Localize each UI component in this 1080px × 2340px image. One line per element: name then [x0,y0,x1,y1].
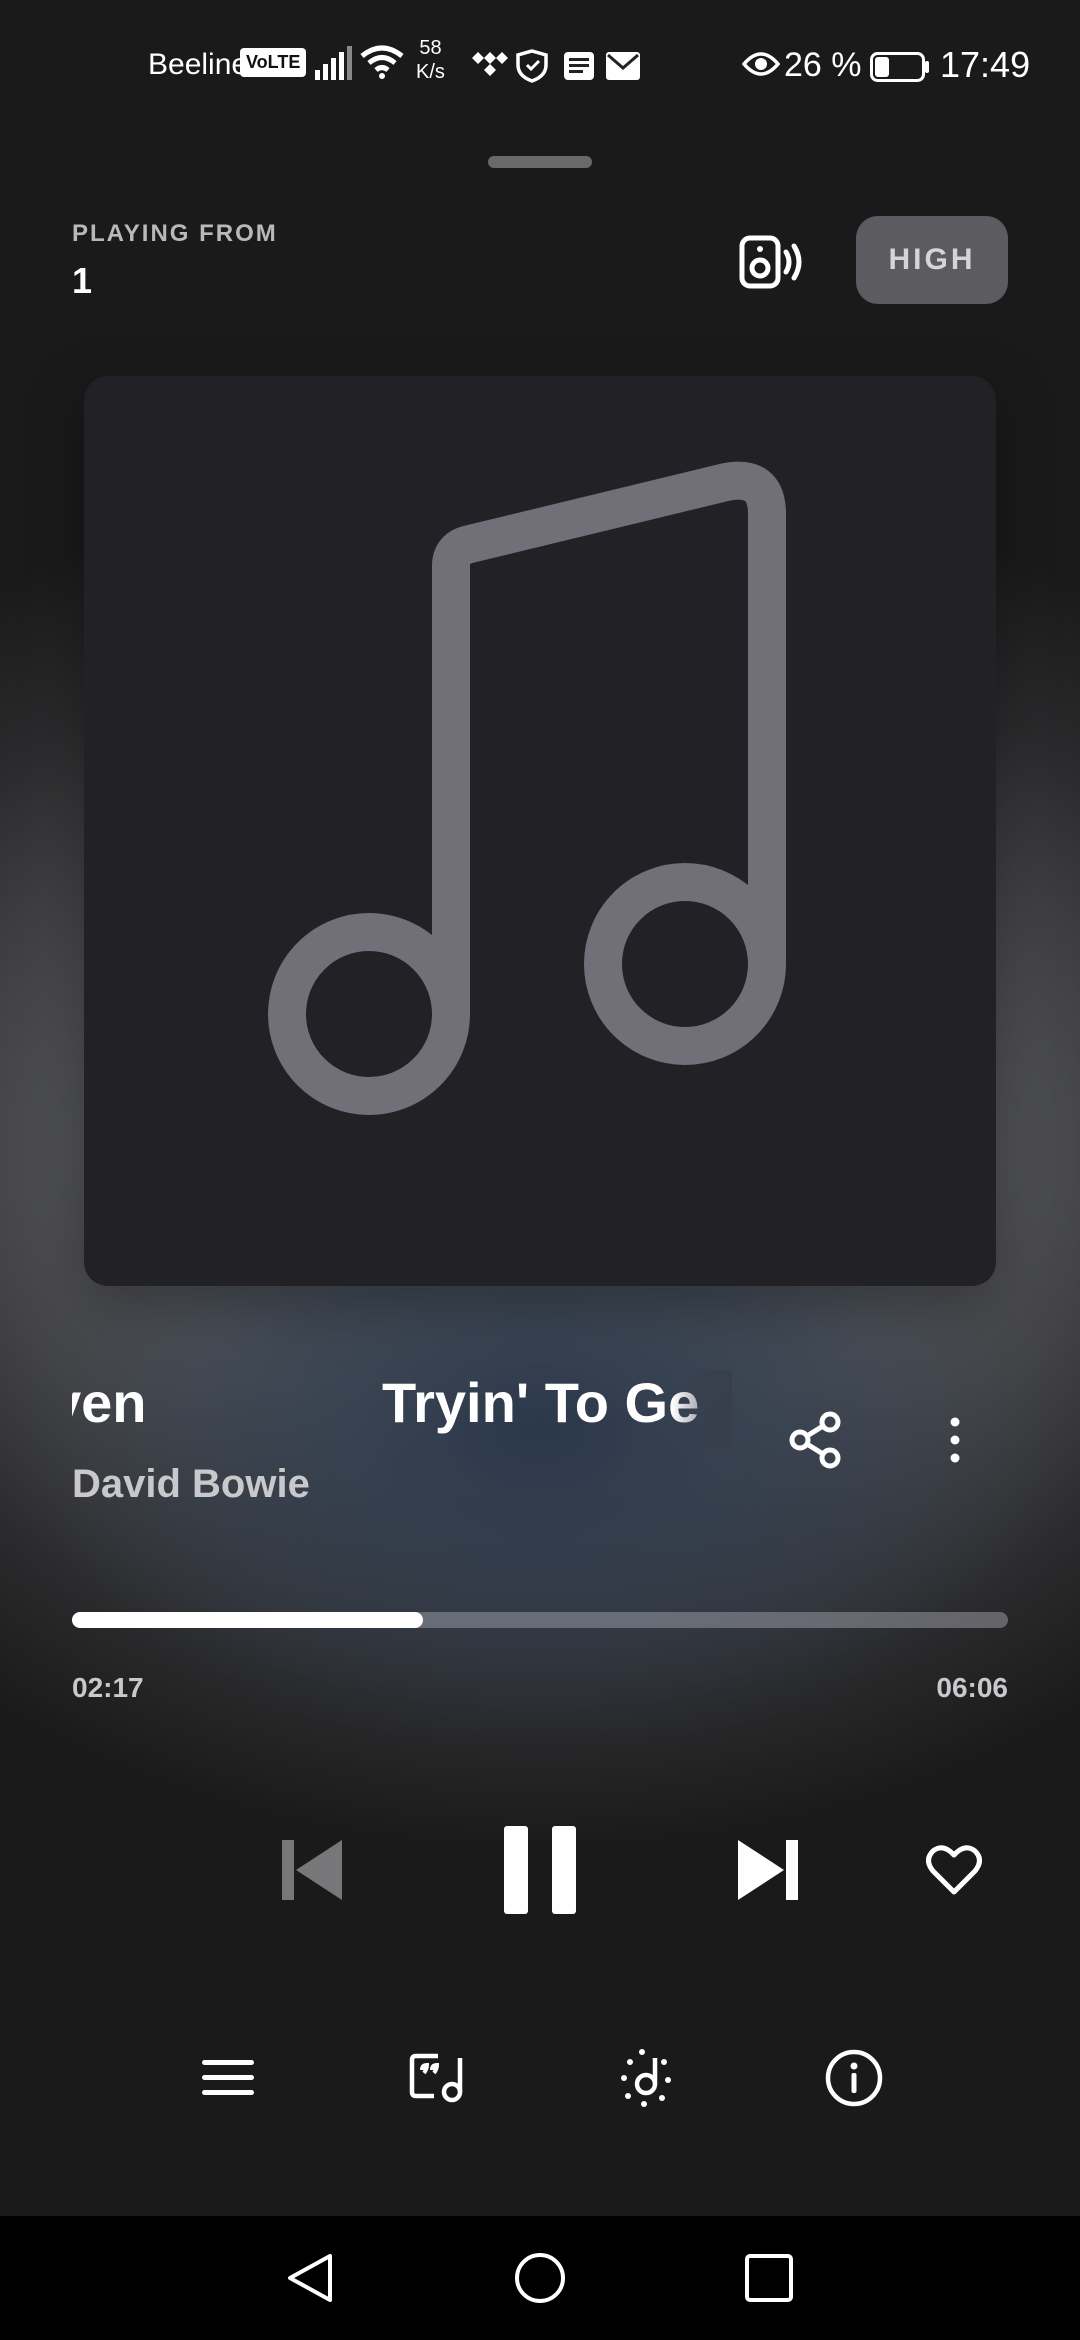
mail-icon [606,52,640,80]
shield-icon [516,49,548,83]
network-speed: 58 K/s [416,36,445,84]
credits-icon[interactable] [614,2048,674,2108]
back-icon[interactable] [282,2250,338,2306]
battery-percent: 26 % [784,46,862,84]
seek-bar[interactable] [72,1612,1008,1628]
pause-icon[interactable] [500,1824,580,1916]
network-speed-value: 58 [419,37,442,59]
drag-handle[interactable] [488,156,592,168]
tidal-icon [472,52,508,76]
home-icon[interactable] [512,2250,568,2306]
carrier-label: Beeline [148,48,249,81]
volte-badge: VoLTE [240,48,307,77]
skip-next-icon[interactable] [736,1838,800,1902]
more-options-icon[interactable] [940,1410,970,1470]
share-icon[interactable] [786,1410,846,1470]
status-bar: Beeline VoLTE 58 K/s 26 % 17:49 [0,0,1080,130]
skip-previous-icon[interactable] [280,1838,344,1902]
seek-bar-progress [72,1612,423,1628]
playing-from-source[interactable]: 1 [72,260,92,302]
news-icon [564,52,594,80]
network-speed-unit: K/s [416,61,445,83]
recents-icon[interactable] [744,2252,794,2304]
signal-icon [315,46,352,80]
lyrics-icon[interactable] [408,2048,468,2108]
track-title: Tryin' To Ge [382,1371,700,1434]
elapsed-time: 02:17 [72,1672,144,1703]
music-note-icon [268,461,786,1115]
battery-icon [870,52,929,82]
previous-title-fragment: ven [72,1371,147,1434]
album-art-placeholder [84,376,996,1286]
total-time: 06:06 [936,1672,1008,1703]
eye-icon [742,52,780,76]
speaker-output-icon[interactable] [736,228,804,296]
artist-name[interactable]: David Bowie [72,1462,310,1507]
playing-from-label: PLAYING FROM [72,220,278,247]
heart-icon[interactable] [926,1844,982,1896]
track-title-marquee: ven Tryin' To Ge [72,1370,732,1450]
wifi-icon [360,45,404,79]
notification-icons [472,49,640,83]
info-icon[interactable] [824,2048,884,2108]
clock: 17:49 [940,44,1031,85]
queue-icon[interactable] [198,2048,258,2108]
title-fade [672,1370,732,1450]
quality-button[interactable]: HIGH [856,216,1008,304]
